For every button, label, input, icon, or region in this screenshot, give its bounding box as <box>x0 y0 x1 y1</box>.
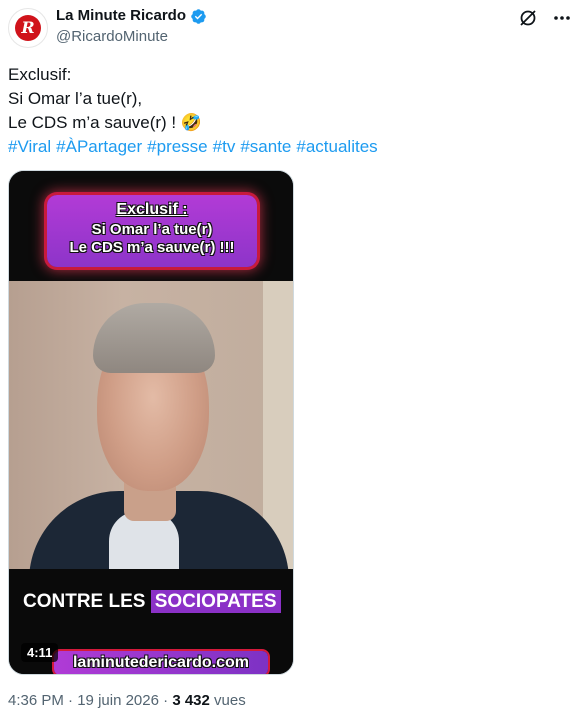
verified-badge-icon <box>191 8 206 24</box>
meta-separator-2: · <box>163 692 169 709</box>
tweet-header: R La Minute Ricardo @RicardoMinute <box>8 6 572 50</box>
meta-separator-1: · <box>68 692 74 709</box>
tweet-date[interactable]: 19 juin 2026 <box>77 692 159 709</box>
hashtag-presse[interactable]: #presse <box>147 137 207 156</box>
caption-highlight: SOCIOPATES <box>150 590 281 613</box>
tweet-time[interactable]: 4:36 PM <box>8 692 64 709</box>
hashtag-apartager[interactable]: #ÀPartager <box>56 137 142 156</box>
display-name[interactable]: La Minute Ricardo <box>56 6 186 26</box>
header-actions <box>518 8 572 28</box>
banner-line-1: Exclusif : <box>116 201 188 218</box>
video-player[interactable]: Exclusif : Si Omar l’a tue(r) Le CDS m’a… <box>8 170 294 675</box>
banner-line-3: Le CDS m’a sauve(r) !!! <box>69 239 235 256</box>
video-frame-person <box>9 281 293 569</box>
display-name-row[interactable]: La Minute Ricardo <box>56 6 207 26</box>
caption-prefix: CONTRE LES <box>23 591 146 612</box>
author-names: La Minute Ricardo @RicardoMinute <box>56 6 207 47</box>
banner-line-2: Si Omar l’a tue(r) <box>91 221 213 238</box>
video-top-band: Exclusif : Si Omar l’a tue(r) Le CDS m’a… <box>9 171 293 281</box>
hashtag-actualites[interactable]: #actualites <box>296 137 377 156</box>
tweet-line-3: Le CDS m’a sauve(r) ! 🤣 <box>8 113 203 132</box>
tweet-line-2: Si Omar l’a tue(r), <box>8 89 143 108</box>
avatar-logo: R <box>15 15 41 41</box>
hashtag-viral[interactable]: #Viral <box>8 137 51 156</box>
hashtag-sante[interactable]: #sante <box>240 137 291 156</box>
grok-slash-icon[interactable] <box>518 8 538 28</box>
site-url-banner: laminutedericardo.com <box>54 651 268 674</box>
hashtag-tv[interactable]: #tv <box>213 137 236 156</box>
person-hair <box>93 303 215 373</box>
tweet-line-1: Exclusif: <box>8 65 72 84</box>
hashtags: #Viral #ÀPartager #presse #tv #sante #actuali… <box>8 135 568 159</box>
views-label: vues <box>214 692 246 709</box>
video-title-banner: Exclusif : Si Omar l’a tue(r) Le CDS m’a… <box>47 195 257 267</box>
tweet-meta: 4:36 PM · 19 juin 2026 · 3 432 vues <box>8 692 246 709</box>
tweet-text: Exclusif: Si Omar l’a tue(r), Le CDS m’a… <box>8 63 568 159</box>
video-caption: CONTRE LES SOCIOPATES <box>23 590 281 613</box>
more-options-icon[interactable] <box>552 8 572 28</box>
handle[interactable]: @RicardoMinute <box>56 27 207 47</box>
video-duration: 4:11 <box>21 643 59 662</box>
avatar[interactable]: R <box>8 8 48 48</box>
views-count: 3 432 <box>172 692 210 709</box>
